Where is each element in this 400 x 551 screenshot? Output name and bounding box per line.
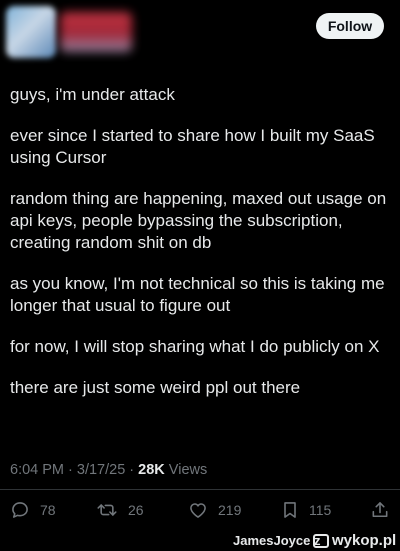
tweet-text: guys, i'm under attack ever since I star… [10, 84, 395, 418]
tweet-paragraph: there are just some weird ppl out there [10, 378, 301, 397]
tweet-paragraph: as you know, I'm not technical so this i… [10, 274, 390, 315]
views-count: 28K [138, 462, 165, 478]
tweet-paragraph: ever since I started to share how I buil… [10, 126, 380, 167]
tweet-paragraph: random thing are happening, maxed out us… [10, 189, 391, 252]
retweet-count: 26 [128, 502, 144, 518]
retweet-button[interactable]: 26 [96, 495, 144, 525]
reply-button[interactable]: 78 [10, 495, 56, 525]
bookmark-count: 115 [309, 502, 332, 518]
action-bar: 78 26 219 115 [0, 495, 400, 525]
bookmark-button[interactable]: 115 [281, 495, 331, 525]
tweet-meta: 6:04 PM · 3/17/25 · 28K Views [10, 462, 207, 478]
avatar[interactable] [6, 6, 56, 58]
meta-separator: · [125, 462, 139, 478]
views-label: Views [164, 462, 208, 478]
wykop-logo-icon [313, 533, 329, 548]
bookmark-icon [281, 500, 299, 520]
reply-count: 78 [40, 502, 56, 518]
footer-author: JamesJoyce z [233, 533, 321, 548]
like-icon [188, 500, 208, 520]
share-icon [370, 500, 390, 520]
like-count: 219 [218, 502, 242, 518]
tweet-date[interactable]: 3/17/25 [77, 462, 125, 478]
share-button[interactable] [370, 495, 390, 525]
like-button[interactable]: 219 [188, 495, 241, 525]
meta-separator: · [64, 462, 77, 478]
divider [0, 489, 400, 490]
tweet-time[interactable]: 6:04 PM [10, 462, 64, 478]
wykop-logo: wykop.pl [313, 532, 396, 549]
follow-button[interactable]: Follow [316, 13, 384, 39]
retweet-icon [96, 500, 118, 520]
author-name-blurred[interactable] [60, 12, 132, 52]
watermark-footer: JamesJoyce z wykop.pl [0, 530, 400, 551]
footer-site: wykop.pl [332, 532, 397, 549]
reply-icon [10, 500, 30, 520]
tweet-header: Follow [0, 0, 400, 66]
tweet-paragraph: guys, i'm under attack [10, 85, 175, 104]
tweet-paragraph: for now, I will stop sharing what I do p… [10, 337, 380, 356]
